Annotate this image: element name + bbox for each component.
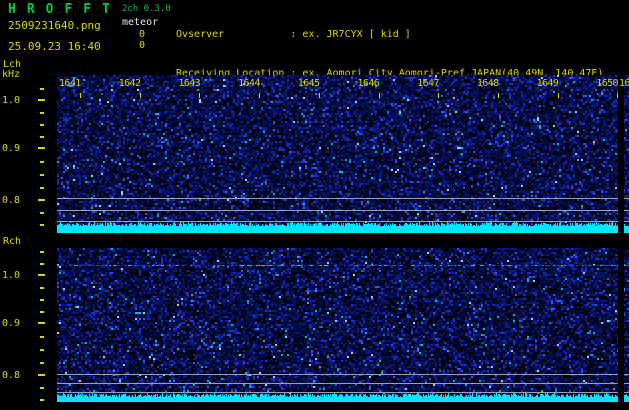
rch-channel-label: Rch [3,236,22,247]
output-filename: 2509231640.png [8,19,101,32]
time-tick [438,93,440,98]
freq-label: 1.0 [2,95,21,106]
freq-tick-minor [40,349,44,351]
time-tick [617,93,619,98]
freq-tick-minor [40,263,44,265]
time-label-partial: 1651 [619,78,629,89]
time-tick [199,93,201,98]
freq-tick-major [38,99,45,101]
mode-label: meteor [122,17,159,28]
freq-tick-major [38,322,45,324]
time-label: 1643 [178,78,201,89]
freq-tick-minor [40,187,44,189]
khz-unit-label: kHz [2,69,21,80]
freq-tick-major [38,147,45,149]
time-tick [557,93,559,98]
freq-tick-major [38,374,45,376]
time-label: 1642 [118,78,141,89]
freq-tick-minor [40,88,44,90]
time-tick [259,93,261,98]
time-tick [80,93,81,98]
freq-label: 0.8 [2,370,21,381]
freq-tick-minor [40,311,44,313]
time-label: 1641 [59,78,81,89]
lch-spectrogram [57,75,629,233]
time-tick [378,93,380,98]
freq-tick-minor [40,336,44,338]
time-label: 1647 [417,78,439,89]
meteor-count-rch: 0 [139,40,146,51]
time-tick [497,93,499,98]
freq-label: 1.0 [2,270,21,281]
time-label: 1645 [297,78,320,89]
observer-line: Ovserver : ex. JR7CYX [ kid ] [176,29,411,40]
hrofft-output: HROFFT 2ch 0.3.0 2509231640.png meteor 0… [0,0,629,410]
freq-tick-minor [40,362,44,364]
freq-tick-minor [40,224,44,226]
freq-tick-minor [40,399,44,401]
freq-tick-minor [40,212,44,214]
time-label: 1644 [238,78,260,89]
time-tick [139,93,141,98]
app-title: HROFFT [8,2,121,17]
freq-label: 0.8 [2,195,21,206]
freq-label: 0.9 [2,318,21,329]
freq-tick-minor [40,136,44,138]
freq-tick-minor [40,124,44,126]
time-label: 1650 [596,78,618,89]
rch-spectrogram [57,248,629,402]
time-label: 1646 [357,78,380,89]
freq-tick-minor [40,299,44,301]
meteor-count-lch: 0 [139,29,146,40]
time-tick [318,93,320,98]
app-version: 2ch 0.3.0 [122,4,171,14]
time-label: 1648 [476,78,499,89]
timestamp: 25.09.23 16:40 [8,40,101,53]
time-label: 1649 [536,78,559,89]
freq-tick-minor [40,112,44,114]
freq-tick-minor [40,161,44,163]
freq-tick-minor [40,387,44,389]
freq-tick-minor [40,287,44,289]
freq-tick-minor [40,174,44,176]
freq-label: 0.9 [2,143,21,154]
freq-tick-major [38,199,45,201]
freq-tick-major [38,274,45,276]
freq-tick-minor [40,251,44,253]
